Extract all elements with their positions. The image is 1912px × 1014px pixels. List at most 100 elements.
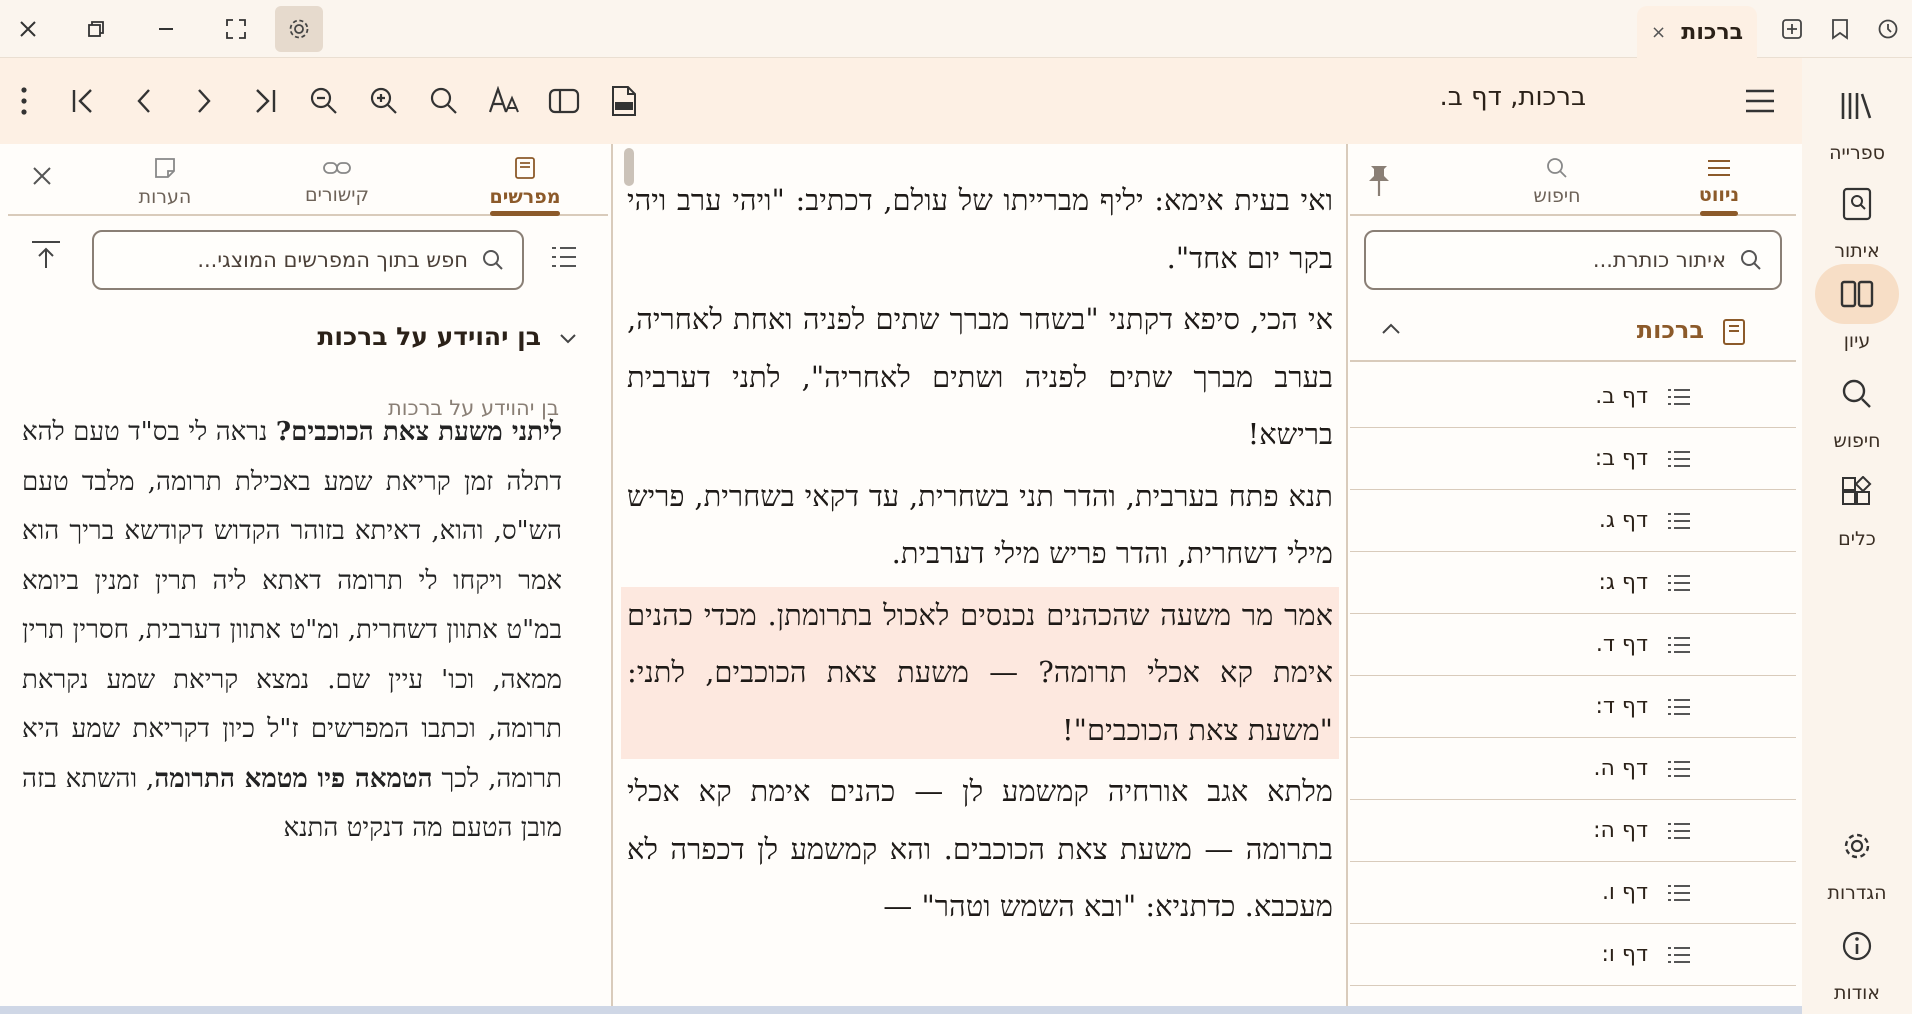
toc-item-label: דף ה: [1593, 818, 1648, 843]
tab-commentaries[interactable]: מפרשים [460, 150, 590, 216]
tab-notes[interactable]: הערות [100, 150, 230, 214]
title-search-input[interactable]: איתור כותרת... [1364, 230, 1782, 290]
tab-close-button[interactable]: × [1651, 22, 1666, 43]
navigation-pane: חיפוש ניווט איתור כותרת... ברכות דף ב. דף… [1350, 144, 1802, 1014]
active-tab-indicator [1700, 211, 1738, 216]
close-commentary-button[interactable] [30, 164, 60, 194]
tab-search-label: חיפוש [1533, 185, 1581, 207]
export-pdf-button[interactable] [602, 79, 646, 123]
restore-icon [88, 21, 104, 37]
font-settings-button[interactable] [482, 79, 526, 123]
text-paragraph[interactable]: תנא פתח בערבית, והדר תני בשחרית, עד דקאי… [621, 468, 1339, 583]
toc-item[interactable]: דף ב. [1350, 366, 1796, 428]
history-button[interactable] [1868, 10, 1908, 48]
tab-notes-label: הערות [138, 186, 192, 208]
tab-links[interactable]: קישורים [272, 150, 402, 214]
chevron-right-icon [198, 89, 211, 113]
toggle-sidebar-button[interactable] [542, 79, 586, 123]
sort-button[interactable] [30, 240, 70, 280]
pdf-icon [612, 86, 636, 116]
pin-panel-button[interactable] [1366, 164, 1392, 198]
toc-item-label: דף ד: [1595, 694, 1649, 719]
text-paragraph[interactable]: מלתא אגב אורחיה קמשמע לן — כהנים אימת קא… [621, 763, 1339, 936]
bookmark-icon [1832, 19, 1848, 40]
bookmark-button[interactable] [1820, 10, 1860, 48]
commentary-heading: ליתני משעת צאת הכוכבים? [275, 417, 562, 447]
restore-window-button[interactable] [76, 10, 116, 48]
toc-book-header[interactable]: ברכות [1350, 302, 1796, 362]
menu-button[interactable] [1738, 79, 1782, 123]
status-strip [0, 1006, 1802, 1014]
history-icon [1878, 19, 1898, 39]
sidebar-item-locate[interactable]: איתור [1802, 174, 1912, 262]
last-page-button[interactable] [242, 79, 286, 123]
toc-item[interactable]: דף ו. [1350, 862, 1796, 924]
list-icon [1668, 574, 1690, 591]
search-text-button[interactable] [422, 79, 466, 123]
window-titlebar: × ברכות [0, 0, 1912, 58]
tab-links-label: קישורים [305, 184, 369, 206]
sidebar-item-settings[interactable]: הגדרות [1802, 816, 1912, 904]
minimize-window-button[interactable] [146, 10, 186, 48]
commentary-list-button[interactable] [550, 244, 582, 276]
chevron-up-icon [1382, 323, 1400, 334]
app-sidebar: ספרייה איתור עיון חיפוש כלים הגדרות אודו… [1802, 58, 1912, 1014]
sidebar-item-study[interactable]: עיון [1802, 264, 1912, 352]
first-page-button[interactable] [62, 79, 106, 123]
gear-icon [1844, 833, 1870, 859]
toc-item-label: דף ב. [1595, 384, 1648, 409]
toc-item[interactable]: דף ב: [1350, 428, 1796, 490]
more-options-button[interactable] [2, 79, 46, 123]
minimize-icon [159, 28, 173, 30]
main-text-scrollbar[interactable] [624, 148, 634, 186]
zoom-out-button[interactable] [302, 79, 346, 123]
sidebar-label-tools: כלים [1838, 528, 1876, 550]
settings-quick-button[interactable] [275, 6, 323, 52]
tools-grid-icon [1842, 476, 1872, 505]
tab-search[interactable]: חיפוש [1502, 150, 1612, 214]
toc-item[interactable]: דף ד: [1350, 676, 1796, 738]
chevron-down-icon [560, 334, 576, 344]
sidebar-item-search[interactable]: חיפוש [1802, 364, 1912, 452]
next-page-button[interactable] [182, 79, 226, 123]
fullscreen-icon [226, 19, 246, 39]
previous-page-button[interactable] [122, 79, 166, 123]
more-vertical-icon [21, 87, 27, 115]
tab-navigation[interactable]: ניווט [1664, 150, 1774, 216]
sidebar-item-tools[interactable]: כלים [1802, 462, 1912, 550]
zoom-in-icon [370, 87, 397, 114]
toc-item[interactable]: דף ה: [1350, 800, 1796, 862]
commentary-search-input[interactable]: חפש בתוך המפרשים המוצגי... [92, 230, 524, 290]
sidebar-item-library[interactable]: ספרייה [1802, 76, 1912, 164]
info-icon [1842, 931, 1872, 961]
gear-icon [289, 19, 309, 39]
toc-item[interactable]: דף ג. [1350, 490, 1796, 552]
toc-item[interactable]: דף ג: [1350, 552, 1796, 614]
text-paragraph[interactable]: ואי בעית אימא: יליף מברייתו של עולם, דכת… [621, 172, 1339, 287]
sidebar-item-about[interactable]: אודות [1802, 916, 1912, 1004]
new-tab-button[interactable] [1772, 10, 1812, 48]
toc-item-label: דף ה. [1593, 756, 1648, 781]
list-icon [1668, 946, 1690, 963]
zoom-in-button[interactable] [362, 79, 406, 123]
tab-berakhot[interactable]: × ברכות [1637, 6, 1757, 58]
commentary-body: נראה לי בס"ד טעם להא דתלה זמן קריאת שמע … [22, 417, 562, 794]
font-size-icon [488, 86, 519, 113]
last-page-icon [256, 89, 276, 113]
toc-item-label: דף ד. [1595, 632, 1648, 657]
book-icon [515, 157, 535, 179]
highlighted-paragraph[interactable]: אמר מר משעה שהכהנים נכנסים לאכול בתרומתן… [621, 586, 1339, 759]
close-window-button[interactable] [8, 10, 48, 48]
toc-book-title: ברכות [1636, 316, 1704, 344]
sidebar-label-library: ספרייה [1829, 142, 1885, 164]
text-paragraph[interactable]: אי הכי, סיפא דקתני "בשחר מברך שתים לפניה… [621, 291, 1339, 464]
fullscreen-button[interactable] [216, 10, 256, 48]
toc-item[interactable]: דף ו: [1350, 924, 1796, 986]
toc-item-label: דף ו. [1601, 880, 1648, 905]
toc-item[interactable]: דף ה. [1350, 738, 1796, 800]
book-icon [1723, 319, 1745, 345]
app-window: { "tab": {"title": "ברכות", "close": "×"… [0, 0, 1912, 1014]
first-page-icon [72, 89, 92, 113]
title-search-placeholder: איתור כותרת... [1592, 248, 1726, 272]
toc-item[interactable]: דף ד. [1350, 614, 1796, 676]
